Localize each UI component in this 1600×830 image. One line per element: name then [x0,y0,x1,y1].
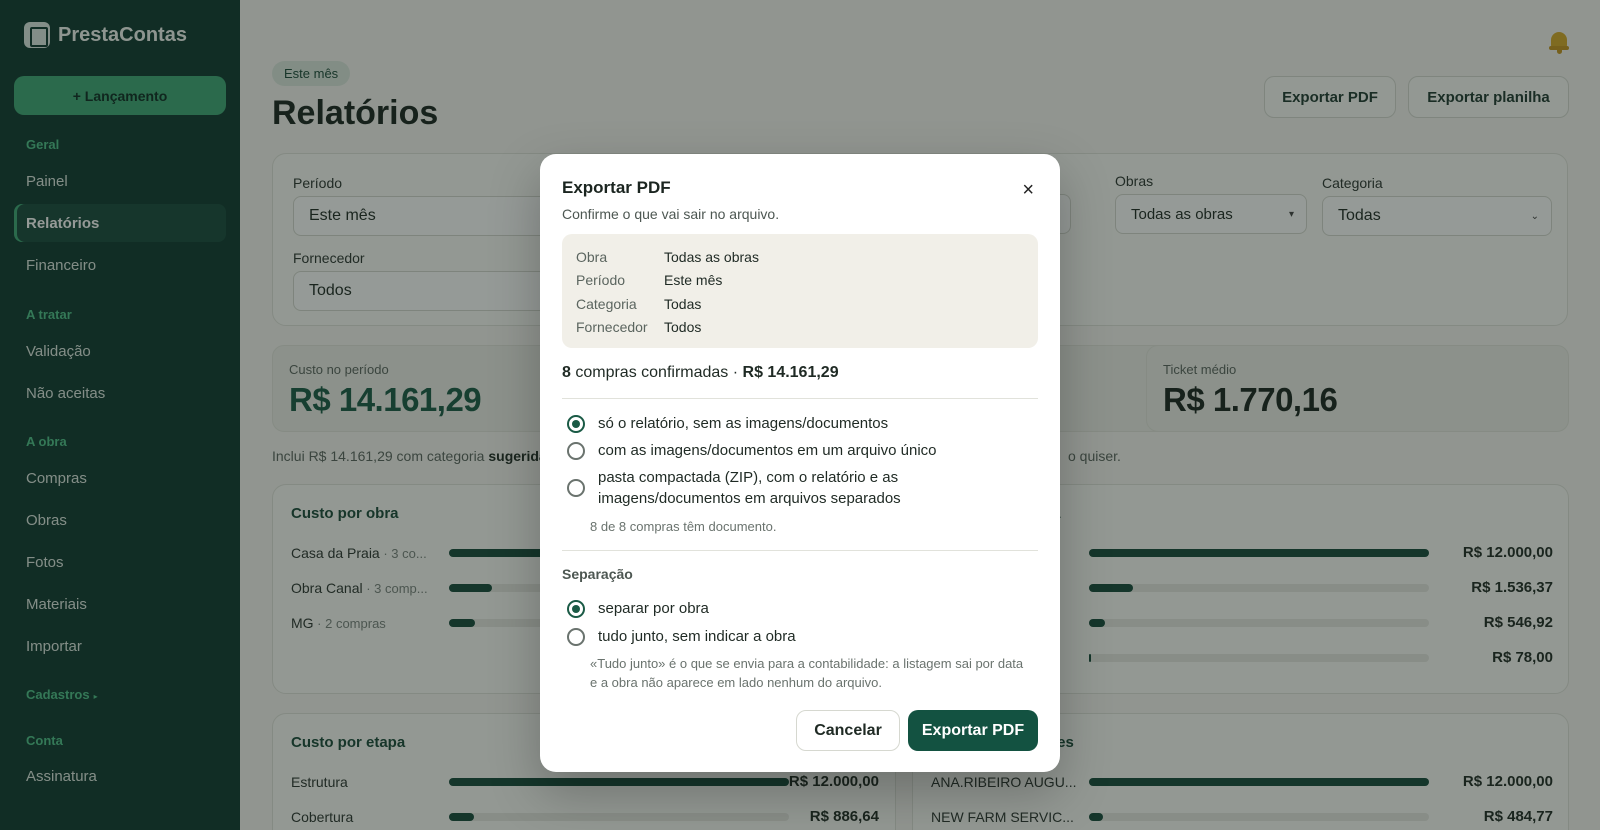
option-together-label[interactable]: tudo junto, sem indicar a obra [598,626,796,647]
summary-key: Categoria [576,296,637,312]
radio-separate-by-work[interactable] [567,600,585,618]
export-summary: Obra Todas as obras Período Este mês Cat… [562,234,1038,348]
export-pdf-dialog: Exportar PDF Confirme o que vai sair no … [540,154,1060,772]
count-text: compras confirmadas · [570,364,743,381]
divider [562,398,1038,399]
option-separate-label[interactable]: separar por obra [598,598,709,619]
radio-all-together[interactable] [567,628,585,646]
divider [562,550,1038,551]
export-pdf-confirm-button[interactable]: Exportar PDF [908,710,1038,751]
summary-value: Todas [664,296,702,312]
summary-key: Fornecedor [576,319,648,335]
summary-value: Todas as obras [664,249,759,265]
count-total: R$ 14.161,29 [742,364,839,381]
radio-report-only[interactable] [567,415,585,433]
docs-hint: 8 de 8 compras têm documento. [590,519,777,534]
option-zip-label[interactable]: pasta compactada (ZIP), com o relatório … [598,467,928,509]
radio-single-file[interactable] [567,442,585,460]
close-icon[interactable]: × [1022,180,1034,200]
summary-value: Este mês [664,272,723,288]
dialog-title: Exportar PDF [562,178,671,197]
separation-label: Separação [562,566,633,582]
summary-key: Obra [576,249,608,265]
separation-hint: «Tudo junto» é o que se envia para a con… [590,656,1024,690]
option-report-only-label[interactable]: só o relatório, sem as imagens/documento… [598,413,888,434]
cancel-button[interactable]: Cancelar [796,710,900,751]
dialog-subtitle: Confirme o que vai sair no arquivo. [562,206,780,222]
count-number: 8 [562,364,571,381]
summary-value: Todos [664,319,702,335]
option-single-file-label[interactable]: com as imagens/documentos em um arquivo … [598,440,937,461]
summary-key: Período [576,272,626,288]
purchase-count: 8 compras confirmadas · R$ 14.161,29 [562,364,839,382]
radio-zip[interactable] [567,479,585,497]
